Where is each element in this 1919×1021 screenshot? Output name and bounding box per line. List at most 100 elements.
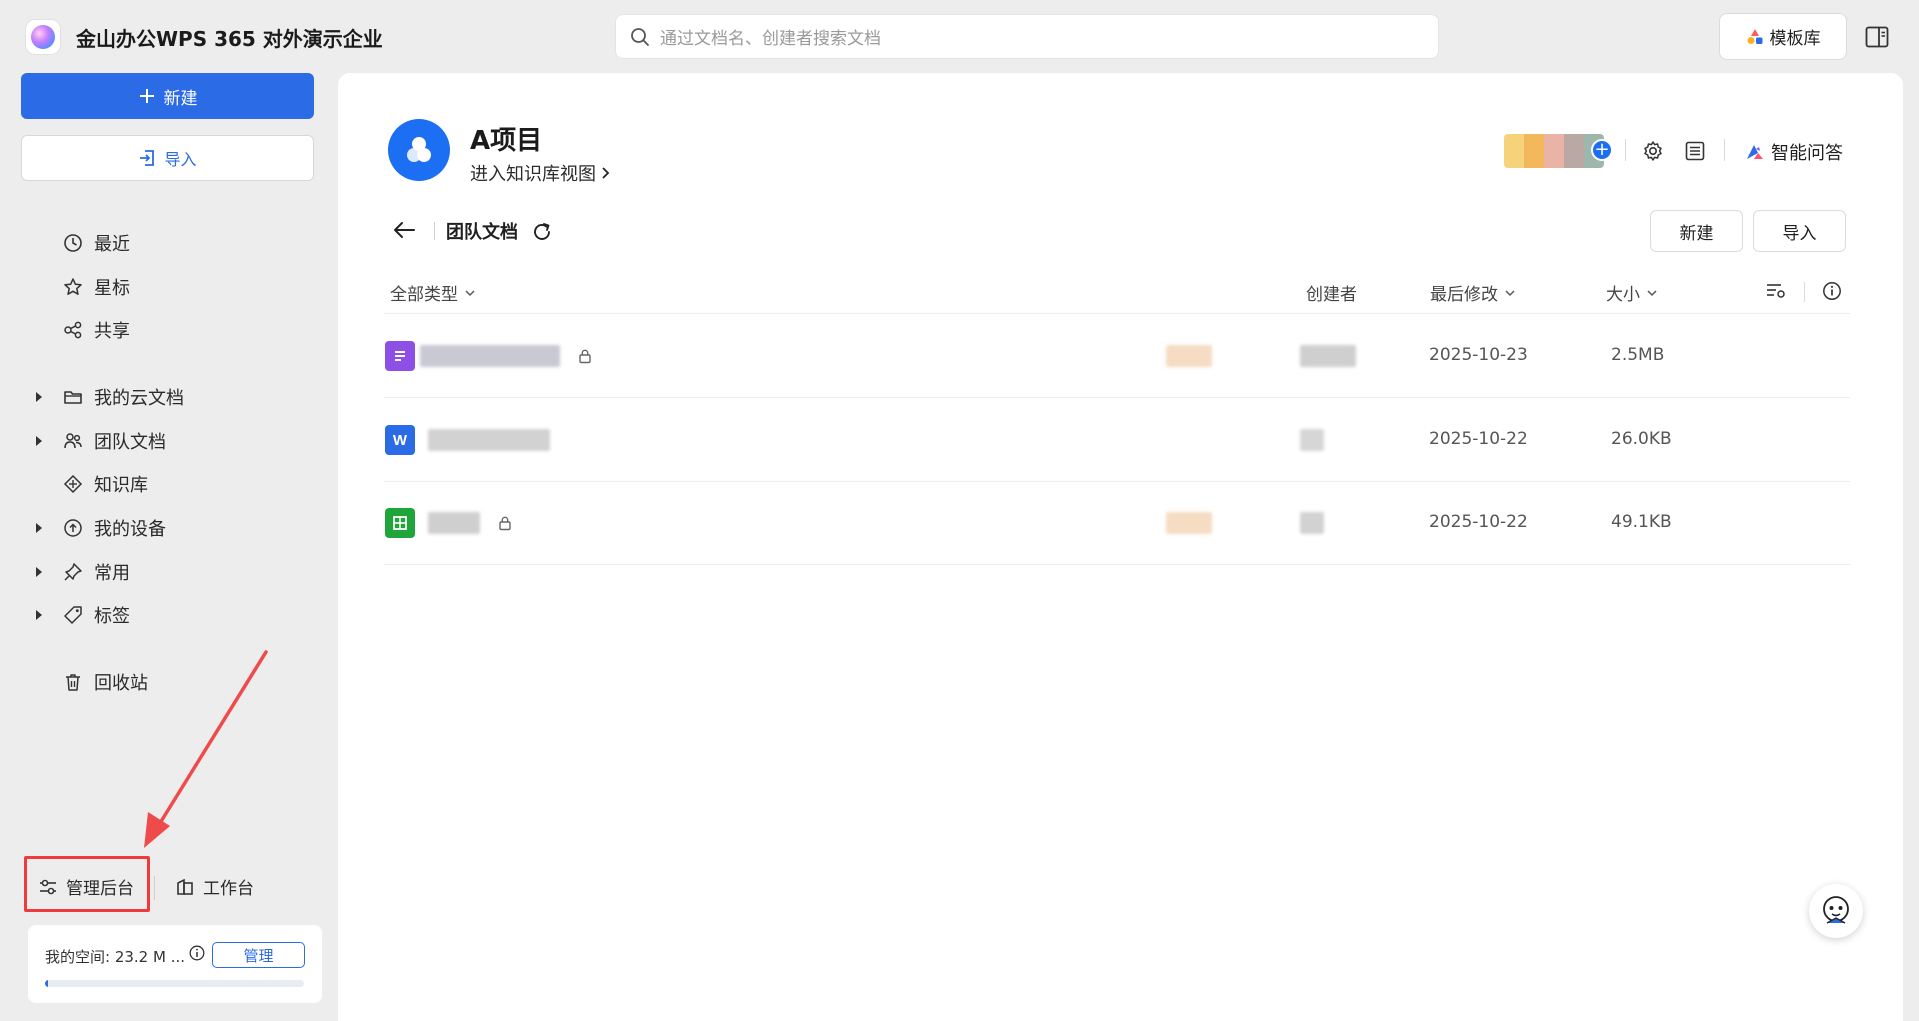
creator-name [1300, 512, 1324, 534]
panel-toggle-icon[interactable] [1865, 26, 1889, 48]
chevron-down-icon [465, 289, 475, 296]
divider [1724, 139, 1725, 161]
sidebar-item[interactable]: 我的云文档 [28, 379, 308, 415]
sidebar-item[interactable]: 星标 [28, 269, 308, 305]
sidebar-item[interactable]: 标签 [28, 597, 308, 633]
refresh-icon[interactable] [531, 221, 553, 243]
import-file-button[interactable]: 导入 [1753, 210, 1846, 252]
modified-column-label: 最后修改 [1430, 285, 1498, 305]
sidebar-item-label: 常用 [94, 563, 130, 584]
sidebar-item-label: 共享 [94, 321, 130, 342]
template-icon [1747, 28, 1762, 44]
creator-column-header: 创建者 [1306, 280, 1357, 305]
caret-right-icon[interactable] [32, 565, 46, 579]
ai-qa-label: 智能问答 [1771, 143, 1843, 164]
file-size: 26.0KB [1611, 429, 1672, 449]
modified-column-header[interactable]: 最后修改 [1430, 280, 1516, 305]
sidebar-item[interactable]: 团队文档 [28, 423, 308, 459]
size-column-header[interactable]: 大小 [1606, 280, 1658, 305]
folder-icon [62, 386, 84, 408]
sidebar-item-label: 星标 [94, 278, 130, 299]
file-name[interactable] [428, 512, 480, 534]
sidebar-item[interactable]: 共享 [28, 312, 308, 348]
list-view-icon[interactable] [1684, 140, 1706, 162]
template-library-button[interactable]: 模板库 [1719, 13, 1847, 60]
caret-right-icon[interactable] [32, 390, 46, 404]
pin-icon [62, 561, 84, 583]
sidebar-item[interactable]: 常用 [28, 554, 308, 590]
workbench-label: 工作台 [203, 879, 254, 899]
storage-text: 我的空间: 23.2 M ... [45, 948, 186, 966]
knowledge-view-label: 进入知识库视图 [470, 164, 596, 185]
document-file-icon [385, 341, 415, 371]
add-member-icon[interactable]: + [1591, 139, 1613, 161]
new-button[interactable]: 新建 [21, 73, 314, 119]
caret-right-icon[interactable] [32, 608, 46, 622]
creator-name [1300, 345, 1356, 367]
search-placeholder: 通过文档名、创建者搜索文档 [660, 29, 881, 49]
storage-progress-fill [45, 980, 48, 987]
knowledge-icon [62, 473, 84, 495]
creator-avatar [1166, 512, 1212, 534]
template-library-label: 模板库 [1769, 29, 1821, 49]
type-filter-label: 全部类型 [390, 285, 458, 305]
divider [1804, 282, 1805, 302]
info-icon[interactable] [1822, 281, 1842, 301]
plus-icon [139, 89, 154, 103]
info-icon[interactable] [189, 945, 205, 961]
trash-icon [62, 671, 84, 693]
type-filter-dropdown[interactable]: 全部类型 [390, 280, 476, 305]
new-file-button[interactable]: 新建 [1650, 210, 1743, 252]
sidebar-item[interactable]: 知识库 [28, 466, 308, 502]
row-divider [384, 397, 1850, 398]
settings-icon[interactable] [1642, 140, 1664, 162]
workbench-icon [177, 878, 193, 895]
workbench-button[interactable]: 工作台 [175, 874, 254, 899]
size-column-label: 大小 [1606, 285, 1640, 305]
import-label: 导入 [164, 150, 197, 169]
divider [434, 222, 435, 240]
file-size: 2.5MB [1611, 345, 1665, 365]
tag-icon [62, 604, 84, 626]
assistant-mascot-icon[interactable] [1809, 884, 1863, 938]
table-header-divider [384, 313, 1850, 314]
sidebar-item[interactable]: 最近 [28, 225, 308, 261]
creator-name [1300, 429, 1324, 451]
caret-right-icon[interactable] [32, 521, 46, 535]
storage-card: 我的空间: 23.2 M ... 管理 [28, 925, 322, 1003]
import-icon [140, 150, 155, 166]
divider [154, 876, 155, 900]
file-name[interactable] [428, 429, 550, 451]
modified-date: 2025-10-22 [1429, 512, 1528, 532]
admin-console-button[interactable]: 管理后台 [38, 874, 134, 899]
cloud-upload-icon [62, 517, 84, 539]
team-icon [62, 430, 84, 452]
file-name[interactable] [420, 345, 560, 367]
row-divider [384, 481, 1850, 482]
app-title: 金山办公WPS 365 对外演示企业 [76, 27, 383, 51]
manage-storage-button[interactable]: 管理 [212, 942, 305, 968]
sidebar-item-label: 团队文档 [94, 432, 166, 453]
project-title: A项目 [470, 126, 543, 156]
file-size: 49.1KB [1611, 512, 1672, 532]
import-button[interactable]: 导入 [21, 135, 314, 181]
ai-qa-button[interactable]: 智能问答 [1745, 139, 1843, 165]
knowledge-view-link[interactable]: 进入知识库视图 [470, 160, 612, 186]
sidebar-item-label: 我的设备 [94, 519, 166, 540]
sidebar-item-label: 知识库 [94, 475, 148, 496]
creator-column-label: 创建者 [1306, 285, 1357, 305]
member-avatars[interactable] [1504, 134, 1604, 168]
sidebar-item-label: 我的云文档 [94, 388, 184, 409]
caret-right-icon[interactable] [32, 434, 46, 448]
column-settings-icon[interactable] [1765, 281, 1787, 301]
back-arrow-icon[interactable] [392, 220, 416, 240]
sidebar-item-label: 最近 [94, 234, 130, 255]
app-logo[interactable] [26, 20, 60, 54]
search-input[interactable]: 通过文档名、创建者搜索文档 [615, 14, 1439, 59]
search-icon [631, 27, 649, 46]
breadcrumb-current: 团队文档 [446, 222, 518, 243]
lock-icon [498, 515, 512, 531]
modified-date: 2025-10-22 [1429, 429, 1528, 449]
sidebar-item[interactable]: 我的设备 [28, 510, 308, 546]
creator-avatar [1166, 345, 1212, 367]
